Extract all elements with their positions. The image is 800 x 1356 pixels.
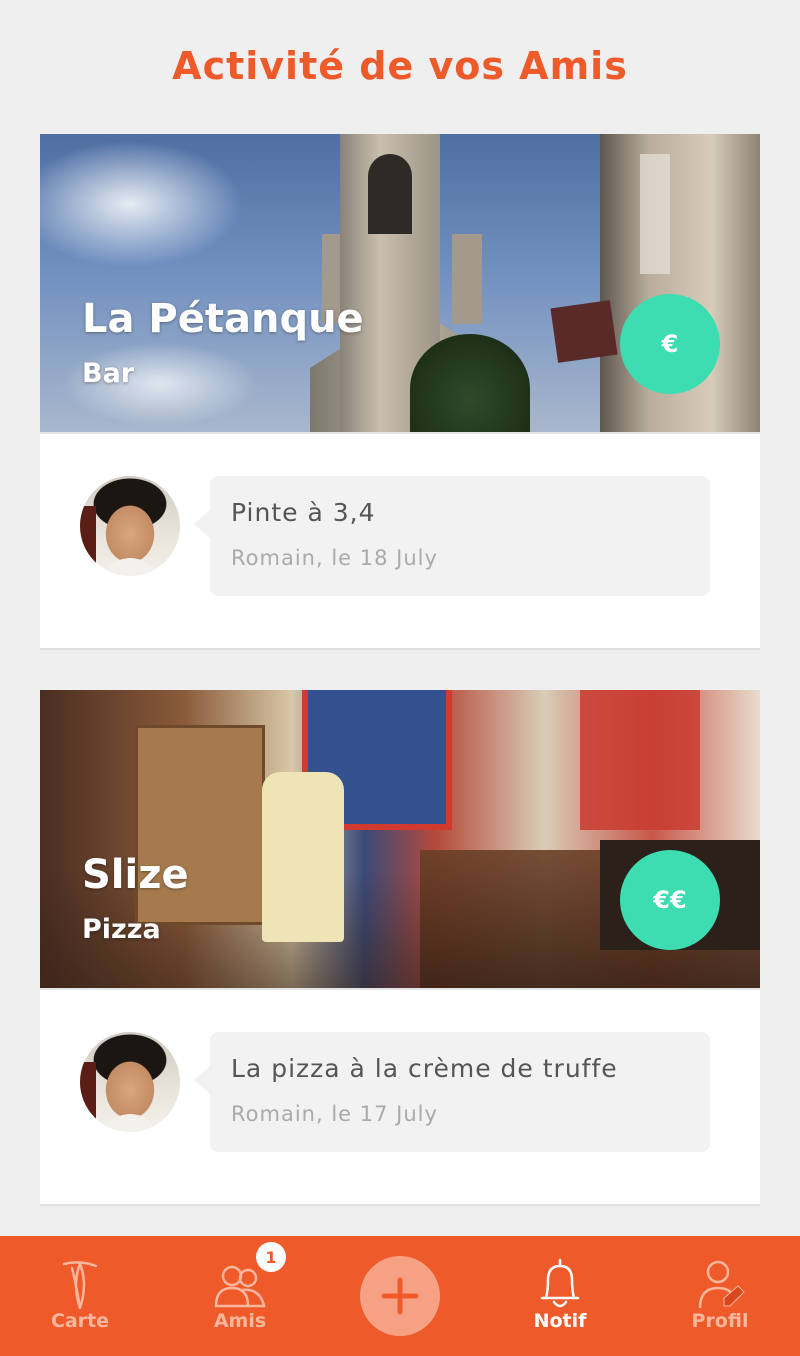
tab-label: Amis [213,1310,267,1332]
tab-notif[interactable]: Notif [480,1236,640,1356]
avatar[interactable] [80,1032,180,1132]
comment-bubble: La pizza à la crème de truffe Romain, le… [194,1032,710,1152]
tab-carte[interactable]: Carte [0,1236,160,1356]
tab-add[interactable] [320,1236,480,1356]
notification-badge: 1 [256,1242,286,1272]
activity-card[interactable]: Slize Pizza €€ La pizza à la crème de tr… [40,690,760,1206]
comment-meta: Romain, le 17 July [231,1102,438,1126]
tab-label: Notif [533,1310,587,1332]
tab-profil[interactable]: Profil [640,1236,800,1356]
comment-text: Pinte à 3,4 [231,498,376,527]
place-category: Pizza [82,914,161,945]
page-title: Activité de vos Amis [172,44,628,88]
tab-label: Carte [50,1310,110,1332]
add-button[interactable] [360,1256,440,1336]
place-photo[interactable]: Slize Pizza €€ [40,690,760,990]
comment-text: La pizza à la crème de truffe [231,1054,618,1083]
comment-meta: Romain, le 18 July [231,546,438,570]
avatar[interactable] [80,476,180,576]
comment-bubble: Pinte à 3,4 Romain, le 18 July [194,476,710,596]
tab-label: Profil [691,1310,749,1332]
place-photo[interactable]: La Pétanque Bar € [40,134,760,434]
price-badge: € [620,294,720,394]
map-pin-icon [62,1261,98,1310]
profile-icon [698,1260,745,1309]
plus-icon [381,1277,419,1315]
price-badge: €€ [620,850,720,950]
tab-bar: Carte 1 Amis Notif Profil [0,1236,800,1356]
place-category: Bar [82,358,135,389]
place-name[interactable]: La Pétanque [82,296,364,342]
place-name[interactable]: Slize [82,852,189,898]
tab-amis[interactable]: 1 Amis [160,1236,320,1356]
bell-icon [540,1258,580,1308]
activity-card[interactable]: La Pétanque Bar € Pinte à 3,4 Romain, le… [40,134,760,650]
